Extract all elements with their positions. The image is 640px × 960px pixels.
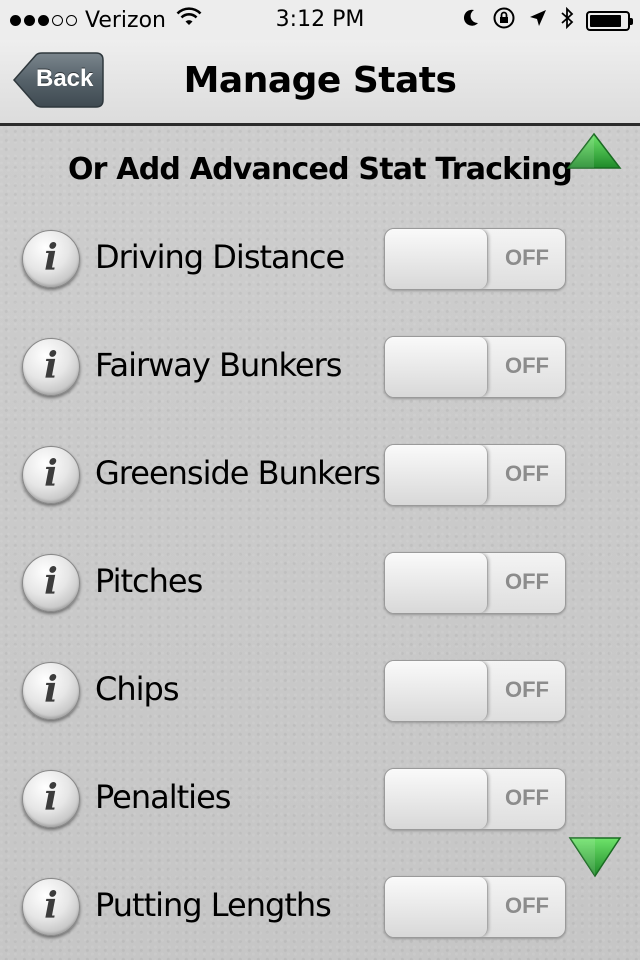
info-icon[interactable]: i — [22, 446, 80, 504]
stat-toggle-switch[interactable]: OFF — [384, 876, 566, 938]
info-icon[interactable]: i — [22, 662, 80, 720]
stat-row: i Putting Lengths OFF — [0, 868, 640, 948]
location-arrow-icon — [528, 8, 548, 34]
toggle-knob[interactable] — [385, 877, 488, 937]
toggle-knob[interactable] — [385, 337, 488, 397]
navigation-bar: Back Manage Stats — [0, 40, 640, 126]
toggle-state-label: OFF — [505, 677, 549, 702]
stat-toggle-switch[interactable]: OFF — [384, 444, 566, 506]
rotation-lock-icon — [492, 6, 516, 36]
scroll-up-arrow-icon[interactable] — [566, 132, 622, 176]
stat-label: Putting Lengths — [95, 886, 332, 924]
toggle-state-label: OFF — [505, 461, 549, 486]
info-glyph: i — [44, 669, 58, 711]
scroll-down-arrow-icon[interactable] — [568, 834, 622, 882]
info-icon[interactable]: i — [22, 878, 80, 936]
battery-icon — [586, 11, 633, 31]
stat-label: Pitches — [95, 562, 203, 600]
info-icon[interactable]: i — [22, 338, 80, 396]
stat-label: Fairway Bunkers — [95, 346, 342, 384]
stat-toggle-switch[interactable]: OFF — [384, 228, 566, 290]
stat-row: i Greenside Bunkers OFF — [0, 436, 640, 516]
toggle-state-label: OFF — [505, 785, 549, 810]
status-bar: Verizon 3:12 PM — [0, 0, 640, 40]
stat-label: Greenside Bunkers — [95, 454, 381, 492]
stat-toggle-switch[interactable]: OFF — [384, 768, 566, 830]
info-icon[interactable]: i — [22, 230, 80, 288]
stat-label: Penalties — [95, 778, 231, 816]
stat-row: i Pitches OFF — [0, 544, 640, 624]
battery-level-fill — [590, 15, 621, 27]
page-title: Manage Stats — [183, 60, 457, 101]
stat-toggle-switch[interactable]: OFF — [384, 660, 566, 722]
toggle-knob[interactable] — [385, 229, 488, 289]
info-glyph: i — [44, 885, 58, 927]
stat-row: i Driving Distance OFF — [0, 220, 640, 300]
stat-row: i Penalties OFF — [0, 760, 640, 840]
toggle-knob[interactable] — [385, 445, 488, 505]
stat-label: Chips — [95, 670, 179, 708]
toggle-state-label: OFF — [505, 245, 549, 270]
toggle-state-label: OFF — [505, 893, 549, 918]
moon-icon — [462, 8, 480, 34]
stat-row: i Chips OFF — [0, 652, 640, 732]
stat-toggle-switch[interactable]: OFF — [384, 552, 566, 614]
section-title: Or Add Advanced Stat Tracking — [67, 152, 573, 187]
info-glyph: i — [44, 777, 58, 819]
info-icon[interactable]: i — [22, 554, 80, 612]
toggle-state-label: OFF — [505, 569, 549, 594]
stat-toggle-switch[interactable]: OFF — [384, 336, 566, 398]
toggle-knob[interactable] — [385, 553, 488, 613]
info-icon[interactable]: i — [22, 770, 80, 828]
stat-label: Driving Distance — [95, 238, 345, 276]
toggle-knob[interactable] — [385, 769, 488, 829]
info-glyph: i — [44, 345, 58, 387]
status-right — [462, 6, 633, 36]
toggle-state-label: OFF — [505, 353, 549, 378]
stat-row: i Fairway Bunkers OFF — [0, 328, 640, 408]
toggle-knob[interactable] — [385, 661, 488, 721]
info-glyph: i — [44, 237, 58, 279]
info-glyph: i — [44, 561, 58, 603]
info-glyph: i — [44, 453, 58, 495]
bluetooth-icon — [560, 6, 574, 35]
